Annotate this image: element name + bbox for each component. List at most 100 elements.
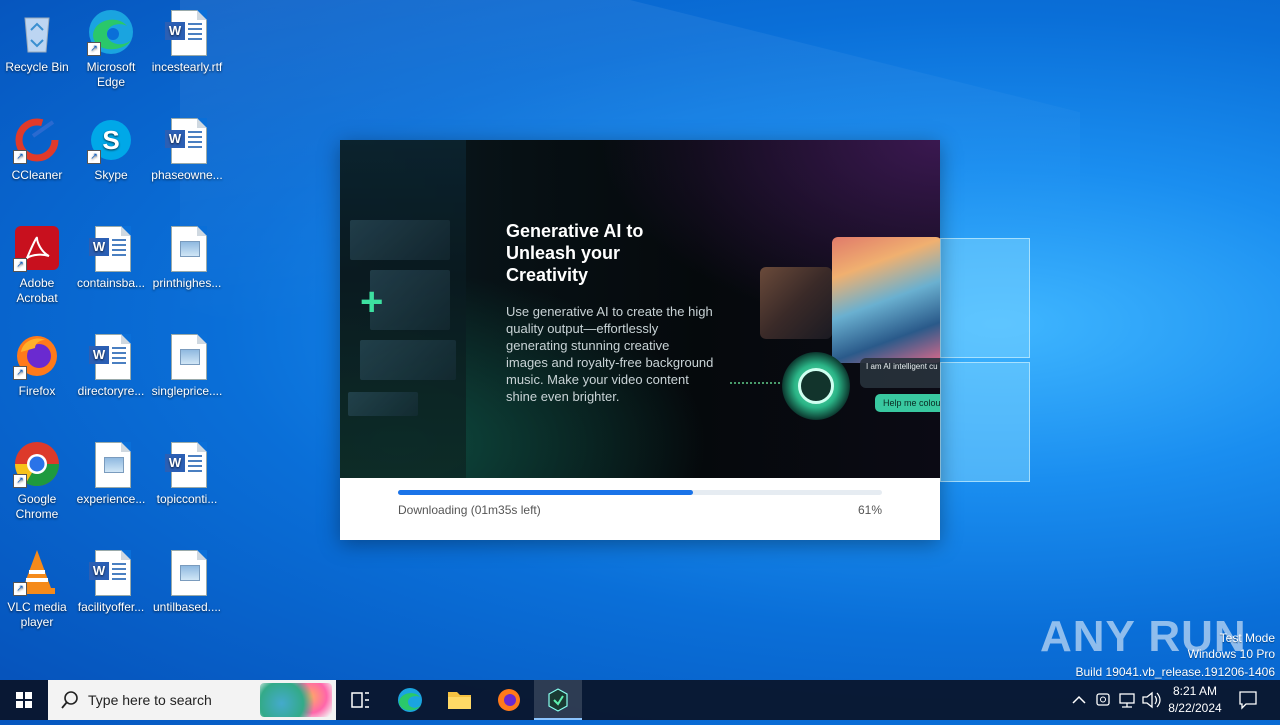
taskbar-edge[interactable]: [386, 680, 434, 720]
skype-icon: S ↗: [87, 116, 135, 164]
desktop-icon-label: topicconti...: [156, 492, 218, 506]
desktop-icon-label: Firefox: [18, 384, 56, 398]
desktop-icon-phaseowne[interactable]: W phaseowne...: [150, 116, 224, 183]
edge-icon: ↗: [87, 8, 135, 56]
desktop-icon-label: Recycle Bin: [5, 60, 69, 74]
search-highlight-art: [260, 683, 332, 717]
desktop-icon-label: VLC media player: [7, 600, 67, 629]
taskbar-file-explorer[interactable]: [435, 680, 483, 720]
ai-orb-center: [798, 368, 834, 404]
desktop-icon-ccleaner[interactable]: ↗ CCleaner: [0, 116, 74, 183]
hero-title: Generative AI to Unleash your Creativity: [506, 221, 644, 285]
watermark-edition: Windows 10 Pro: [1187, 647, 1275, 661]
download-percent: 61%: [857, 503, 882, 517]
word-doc-icon: W: [163, 440, 211, 488]
show-hidden-icons-button[interactable]: [1068, 680, 1090, 720]
camera-icon: [1096, 693, 1110, 706]
word-doc-icon: W: [163, 116, 211, 164]
desktop-icon-label: printhighes...: [152, 276, 222, 290]
clock-time: 8:21 AM: [1172, 684, 1218, 698]
progress-fill: [398, 490, 694, 495]
desktop-icon-singleprice[interactable]: singleprice....: [150, 332, 224, 399]
desktop-icon-untilbased[interactable]: untilbased....: [150, 548, 224, 615]
notification-icon: [1239, 691, 1257, 710]
image-file-icon: [163, 224, 211, 272]
installer-icon: [548, 688, 568, 712]
taskbar-search-box[interactable]: Type here to search: [48, 680, 336, 720]
podcaster-photo: [760, 267, 832, 339]
desktop-icon-recycle-bin[interactable]: Recycle Bin: [0, 8, 74, 75]
desktop-icon-containsba[interactable]: W containsba...: [74, 224, 148, 291]
desktop-icon-label: experience...: [76, 492, 146, 506]
ccleaner-icon: ↗: [13, 116, 61, 164]
desktop-icon-facilityoffer[interactable]: W facilityoffer...: [74, 548, 148, 615]
help-me-colour-chip: Help me colour: [875, 394, 940, 412]
word-doc-icon: W: [87, 224, 135, 272]
desktop-icon-label: facilityoffer...: [77, 600, 145, 614]
file-explorer-icon: [448, 692, 471, 709]
tray-volume[interactable]: [1140, 680, 1162, 720]
desktop-icon-label: phaseowne...: [151, 168, 223, 182]
tray-network[interactable]: [1116, 680, 1138, 720]
desktop-icon-directoryre[interactable]: W directoryre...: [74, 332, 148, 399]
watermark-test-mode: Test Mode: [1219, 631, 1275, 645]
desktop-icon-topicconti[interactable]: W topicconti...: [150, 440, 224, 507]
windows-logo-wallpaper: [940, 238, 1030, 482]
recycle-bin-icon: [13, 8, 61, 56]
desktop-icon-incestearly[interactable]: W incestearly.rtf: [150, 8, 224, 75]
vlc-icon: ↗: [13, 548, 61, 596]
acrobat-icon: ↗: [13, 224, 61, 272]
start-button[interactable]: [0, 680, 48, 720]
word-doc-icon: W: [87, 332, 135, 380]
firefox-icon: ↗: [13, 332, 61, 380]
taskbar: Type here to search 8:21 AM 8/22/2024: [0, 680, 1280, 720]
desktop-icon-label: incestearly.rtf: [151, 60, 223, 74]
desktop-icon-printhighes[interactable]: printhighes...: [150, 224, 224, 291]
desktop-icon-microsoft-edge[interactable]: ↗ Microsoft Edge: [74, 8, 148, 90]
word-doc-icon: W: [163, 8, 211, 56]
desktop-icon-label: singleprice....: [151, 384, 223, 398]
clock-date: 8/22/2024: [1168, 701, 1222, 715]
desktop-icon-label: Google Chrome: [15, 492, 59, 521]
search-icon: [61, 691, 78, 709]
desktop-icon-label: Adobe Acrobat: [16, 276, 58, 305]
installer-window: + Generative AI to Unleash your Creativi…: [340, 140, 940, 540]
installer-hero-banner: + Generative AI to Unleash your Creativi…: [340, 140, 940, 478]
network-icon: [1119, 693, 1135, 708]
editor-preview-art: [340, 140, 466, 478]
desktop-icon-label: CCleaner: [11, 168, 63, 182]
search-placeholder: Type here to search: [88, 692, 212, 708]
desktop-icon-vlc[interactable]: ↗ VLC media player: [0, 548, 74, 630]
svg-text:S: S: [102, 125, 119, 155]
taskbar-firefox[interactable]: [485, 680, 533, 720]
download-status: Downloading (01m35s left): [398, 503, 541, 517]
task-view-button[interactable]: [336, 680, 384, 720]
edge-icon: [398, 688, 422, 712]
taskbar-installer[interactable]: [534, 680, 582, 720]
firefox-icon: [498, 689, 520, 711]
ai-art-photo: [832, 237, 940, 363]
image-file-icon: [163, 548, 211, 596]
word-doc-icon: W: [87, 548, 135, 596]
chrome-icon: ↗: [13, 440, 61, 488]
progress-track: [398, 490, 882, 495]
ai-chat-bubble: I am AI intelligent cu how can I help yo…: [860, 358, 940, 388]
desktop-icon-label: directoryre...: [77, 384, 145, 398]
download-progress-area: Downloading (01m35s left) 61%: [340, 478, 940, 540]
chevron-up-icon: [1072, 695, 1086, 704]
desktop-icon-skype[interactable]: S ↗ Skype: [74, 116, 148, 183]
plus-icon: +: [360, 280, 384, 324]
desktop-icon-google-chrome[interactable]: ↗ Google Chrome: [0, 440, 74, 522]
image-file-icon: [87, 440, 135, 488]
action-center-button[interactable]: [1236, 680, 1260, 720]
volume-icon: [1142, 691, 1161, 709]
desktop-icon-experience[interactable]: experience...: [74, 440, 148, 507]
windows-start-icon: [16, 692, 32, 708]
desktop-icon-label: Skype: [94, 168, 128, 182]
desktop-icon-label: Microsoft Edge: [86, 60, 136, 89]
desktop-icon-label: containsba...: [76, 276, 146, 290]
tray-webcam[interactable]: [1094, 680, 1112, 720]
taskbar-clock[interactable]: 8:21 AM 8/22/2024: [1160, 683, 1230, 717]
desktop-icon-firefox[interactable]: ↗ Firefox: [0, 332, 74, 399]
desktop-icon-adobe-acrobat[interactable]: ↗ Adobe Acrobat: [0, 224, 74, 306]
